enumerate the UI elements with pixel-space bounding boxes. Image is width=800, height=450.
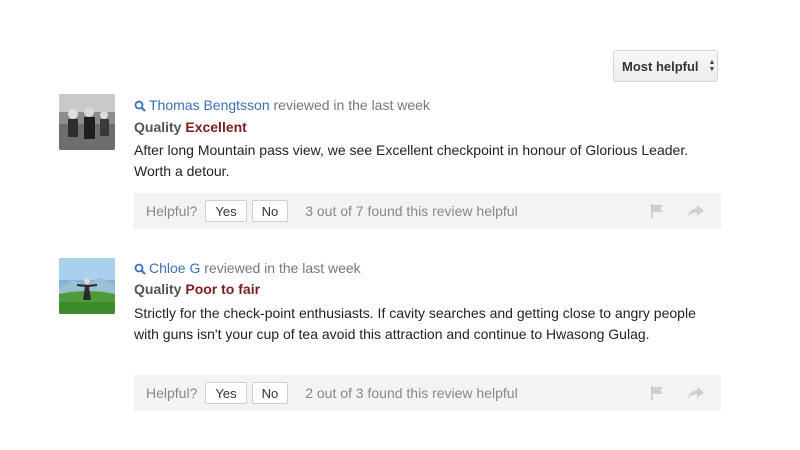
avatar [59, 258, 115, 314]
review-meta: Chloe G reviewed in the last week [134, 260, 361, 278]
helpful-label: Helpful? [146, 203, 198, 219]
flag-icon[interactable] [649, 385, 665, 404]
yes-button[interactable]: Yes [205, 382, 247, 404]
review-meta: Thomas Bengtsson reviewed in the last we… [134, 97, 430, 115]
quality-rating: Quality Poor to fair [134, 281, 260, 297]
review-date: reviewed in the last week [269, 97, 430, 113]
quality-value: Poor to fair [185, 281, 261, 297]
author-link[interactable]: Thomas Bengtsson [149, 97, 270, 113]
no-button[interactable]: No [251, 382, 289, 404]
avatar [59, 94, 115, 150]
search-icon [134, 262, 146, 278]
flag-icon[interactable] [649, 203, 665, 222]
share-icon[interactable] [687, 386, 705, 403]
quality-label: Quality [134, 281, 186, 297]
quality-value: Excellent [185, 119, 247, 135]
updown-chevron-icon: ▲ ▼ [708, 59, 716, 73]
share-icon[interactable] [687, 204, 705, 221]
yes-button[interactable]: Yes [205, 200, 247, 222]
helpful-count: 3 out of 7 found this review helpful [305, 203, 518, 219]
helpful-label: Helpful? [146, 385, 198, 401]
review-text: Strictly for the check-point enthusiasts… [134, 305, 696, 342]
quality-label: Quality [134, 119, 186, 135]
helpful-bar: Helpful? Yes No 3 out of 7 found this re… [134, 193, 721, 229]
helpful-bar: Helpful? Yes No 2 out of 3 found this re… [134, 375, 721, 411]
sort-dropdown[interactable]: Most helpful ▲ ▼ [613, 50, 718, 82]
review-date: reviewed in the last week [200, 260, 361, 276]
helpful-count: 2 out of 3 found this review helpful [305, 385, 518, 401]
author-link[interactable]: Chloe G [149, 260, 200, 276]
sort-dropdown-label: Most helpful [622, 58, 699, 74]
quality-rating: Quality Excellent [134, 119, 247, 135]
search-icon [134, 99, 146, 115]
no-button[interactable]: No [251, 200, 289, 222]
review-text: After long Mountain pass view, we see Ex… [134, 142, 689, 179]
